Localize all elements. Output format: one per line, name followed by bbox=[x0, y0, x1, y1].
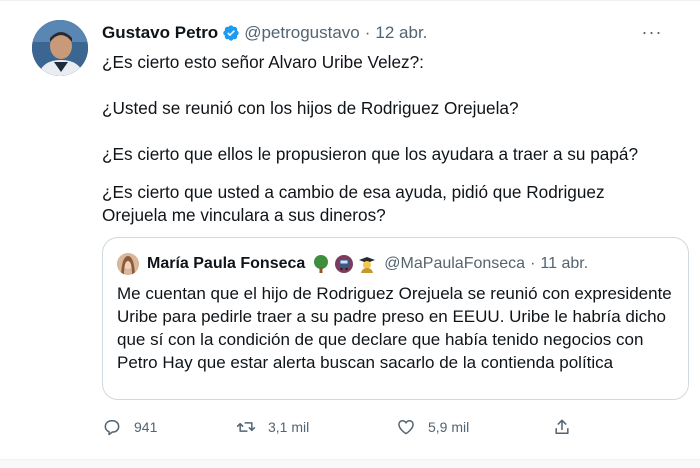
reply-icon bbox=[104, 420, 120, 436]
tweet-header: Gustavo Petro @petrogustavo · 12 abr. bbox=[102, 20, 427, 46]
quoted-date[interactable]: 11 abr. bbox=[540, 255, 588, 273]
retweet-count: 3,1 mil bbox=[268, 419, 310, 435]
tweet-line-4: ¿Es cierto que usted a cambio de esa ayu… bbox=[102, 182, 605, 225]
quoted-text: Me cuentan que el hijo de Rodriguez Orej… bbox=[117, 284, 672, 372]
quoted-avatar-image bbox=[117, 253, 139, 275]
like-count: 5,9 mil bbox=[428, 419, 470, 435]
quoted-tweet[interactable]: María Paula Fonseca @MaPaulaFonseca · 11… bbox=[102, 237, 689, 400]
like-button[interactable]: 5,9 mil bbox=[396, 413, 469, 441]
quoted-author-handle[interactable]: @MaPaulaFonseca bbox=[384, 255, 525, 273]
reply-count: 941 bbox=[134, 419, 158, 435]
retweet-button[interactable]: 3,1 mil bbox=[236, 413, 309, 441]
author-handle[interactable]: @petrogustavo bbox=[244, 23, 360, 43]
tweet[interactable]: Gustavo Petro @petrogustavo · 12 abr. ··… bbox=[0, 0, 700, 468]
meta-separator: · bbox=[364, 23, 371, 42]
tweet-date[interactable]: 12 abr. bbox=[375, 23, 427, 43]
quoted-author-name[interactable]: María Paula Fonseca bbox=[147, 255, 305, 273]
retweet-icon bbox=[236, 422, 256, 432]
verified-badge-icon bbox=[223, 25, 239, 41]
tweet-line-3: ¿Es cierto que ellos le propusieron que … bbox=[102, 144, 639, 164]
avatar[interactable] bbox=[32, 20, 88, 76]
quoted-meta-separator: · bbox=[530, 255, 536, 272]
tweet-line-2: ¿Usted se reunió con los hijos de Rodrig… bbox=[102, 98, 519, 118]
graduate-icon bbox=[359, 257, 376, 273]
avatar-image bbox=[32, 20, 88, 76]
quoted-header: María Paula Fonseca @MaPaulaFonseca · 11… bbox=[117, 252, 588, 276]
quoted-avatar[interactable] bbox=[117, 253, 139, 275]
reply-button[interactable]: 941 bbox=[102, 413, 157, 441]
heart-icon bbox=[398, 420, 414, 435]
more-options-icon[interactable]: ··· bbox=[640, 22, 664, 42]
action-bar: 941 3,1 mil 5,9 mil bbox=[102, 413, 582, 441]
top-divider bbox=[0, 0, 700, 1]
author-name[interactable]: Gustavo Petro bbox=[102, 23, 218, 43]
share-button[interactable] bbox=[552, 413, 584, 441]
train-icon bbox=[335, 255, 354, 273]
share-icon bbox=[555, 419, 569, 434]
tweet-line-1: ¿Es cierto esto señor Alvaro Uribe Velez… bbox=[102, 52, 424, 72]
tree-icon bbox=[314, 255, 329, 273]
